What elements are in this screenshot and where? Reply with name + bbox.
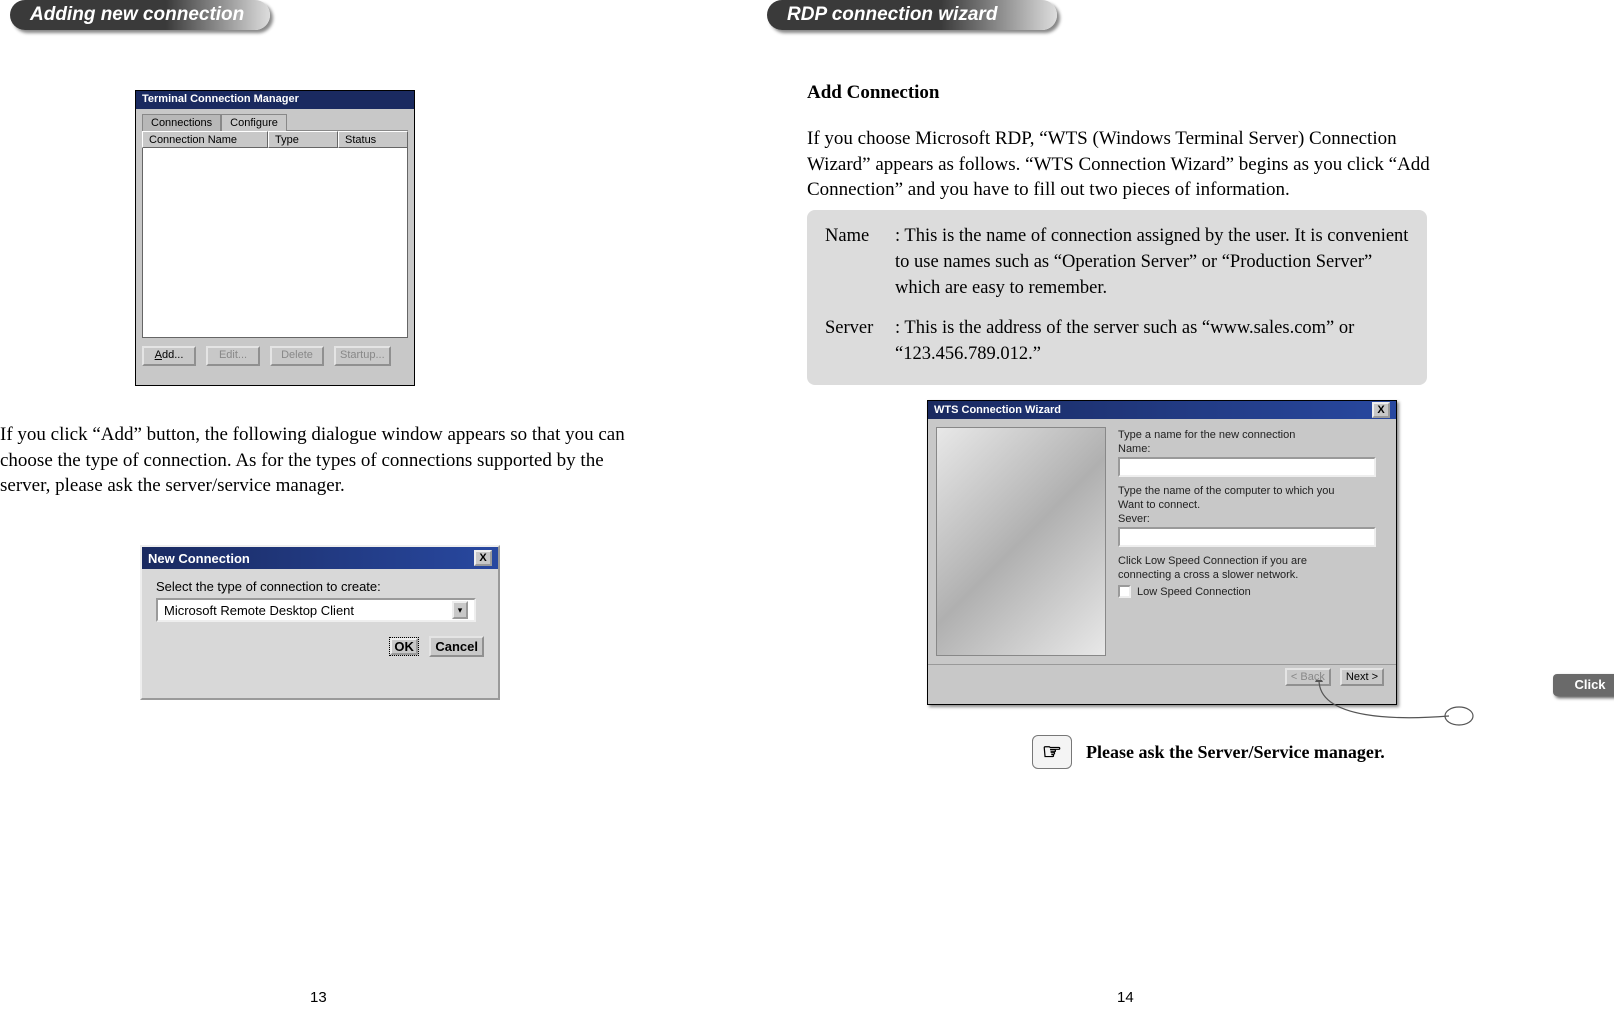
wts-l4: Want to connect. (1118, 499, 1384, 511)
nc-prompt: Select the type of connection to create: (156, 579, 484, 594)
chevron-down-icon[interactable]: ▾ (452, 601, 468, 619)
wizard-form: Type a name for the new connection Name:… (1114, 419, 1396, 664)
wts-l3: Type the name of the computer to which y… (1118, 485, 1384, 497)
col-type[interactable]: Type (268, 131, 338, 148)
left-paragraph-1: If you click “Add” button, the following… (0, 422, 640, 499)
close-icon[interactable]: X (474, 550, 492, 566)
click-label: Click (1553, 674, 1614, 696)
wts-l7: connecting a cross a slower network. (1118, 569, 1384, 581)
new-connection-dialog: New Connection X Select the type of conn… (140, 545, 500, 700)
wts-l2: Name: (1118, 443, 1384, 455)
connection-type-select[interactable]: Microsoft Remote Desktop Client ▾ (156, 598, 476, 622)
note-text: Please ask the Server/Service manager. (1086, 742, 1385, 763)
tab-configure[interactable]: Configure (221, 114, 287, 131)
wts-title-text: WTS Connection Wizard (934, 404, 1061, 416)
info-label-server: Server (825, 316, 895, 368)
wts-titlebar: WTS Connection Wizard X (928, 401, 1396, 419)
nc-titlebar: New Connection X (142, 547, 498, 569)
wts-wizard-window: WTS Connection Wizard X Type a name for … (927, 400, 1397, 705)
nc-selected-option: Microsoft Remote Desktop Client (164, 603, 354, 618)
section-header-right: RDP connection wizard (767, 0, 1057, 30)
wizard-side-graphic (936, 427, 1106, 656)
page-number-right: 14 (1117, 989, 1134, 1006)
name-input[interactable] (1118, 457, 1376, 477)
add-button[interactable]: Add... (142, 346, 196, 366)
cancel-button[interactable]: Cancel (429, 636, 484, 657)
tcm-list (142, 148, 408, 338)
tcm-titlebar: Terminal Connection Manager (136, 91, 414, 109)
low-speed-row: Low Speed Connection (1118, 585, 1384, 598)
info-text-name: : This is the name of connection assigne… (895, 224, 1409, 302)
info-row-server: Server : This is the address of the serv… (825, 316, 1409, 368)
nc-title-text: New Connection (148, 551, 250, 566)
add-connection-heading: Add Connection (807, 82, 940, 104)
info-box: Name : This is the name of connection as… (807, 210, 1427, 385)
edit-button[interactable]: Edit... (206, 346, 260, 366)
right-page: RDP connection wizard Add Connection If … (807, 0, 1614, 1030)
hand-icon: ☞ (1032, 735, 1072, 769)
low-speed-label: Low Speed Connection (1137, 586, 1251, 598)
add-button-rest: dd... (162, 349, 183, 361)
info-label-name: Name (825, 224, 895, 302)
page-number-left: 13 (310, 989, 327, 1006)
note-row: ☞ Please ask the Server/Service manager. (1032, 735, 1385, 769)
section-header-left: Adding new connection (10, 0, 270, 30)
tcm-columns: Connection Name Type Status (142, 130, 408, 148)
startup-button[interactable]: Startup... (334, 346, 391, 366)
col-connection-name[interactable]: Connection Name (142, 131, 268, 148)
info-row-name: Name : This is the name of connection as… (825, 224, 1409, 302)
left-page: Adding new connection Terminal Connectio… (0, 0, 807, 1030)
right-paragraph-1: If you choose Microsoft RDP, “WTS (Windo… (807, 126, 1447, 203)
col-status[interactable]: Status (338, 131, 408, 148)
tcm-buttons: Add... Edit... Delete Startup... (142, 346, 408, 366)
info-text-server: : This is the address of the server such… (895, 316, 1409, 368)
tcm-tabs: ConnectionsConfigure (136, 109, 414, 130)
wts-l5: Sever: (1118, 513, 1384, 525)
server-input[interactable] (1118, 527, 1376, 547)
low-speed-checkbox[interactable] (1118, 585, 1131, 598)
wts-l1: Type a name for the new connection (1118, 429, 1384, 441)
tcm-window: Terminal Connection Manager ConnectionsC… (135, 90, 415, 386)
ok-button[interactable]: OK (389, 637, 419, 656)
delete-button[interactable]: Delete (270, 346, 324, 366)
close-icon[interactable]: X (1372, 402, 1390, 418)
wts-l6: Click Low Speed Connection if you are (1118, 555, 1384, 567)
tab-connections[interactable]: Connections (142, 114, 221, 131)
